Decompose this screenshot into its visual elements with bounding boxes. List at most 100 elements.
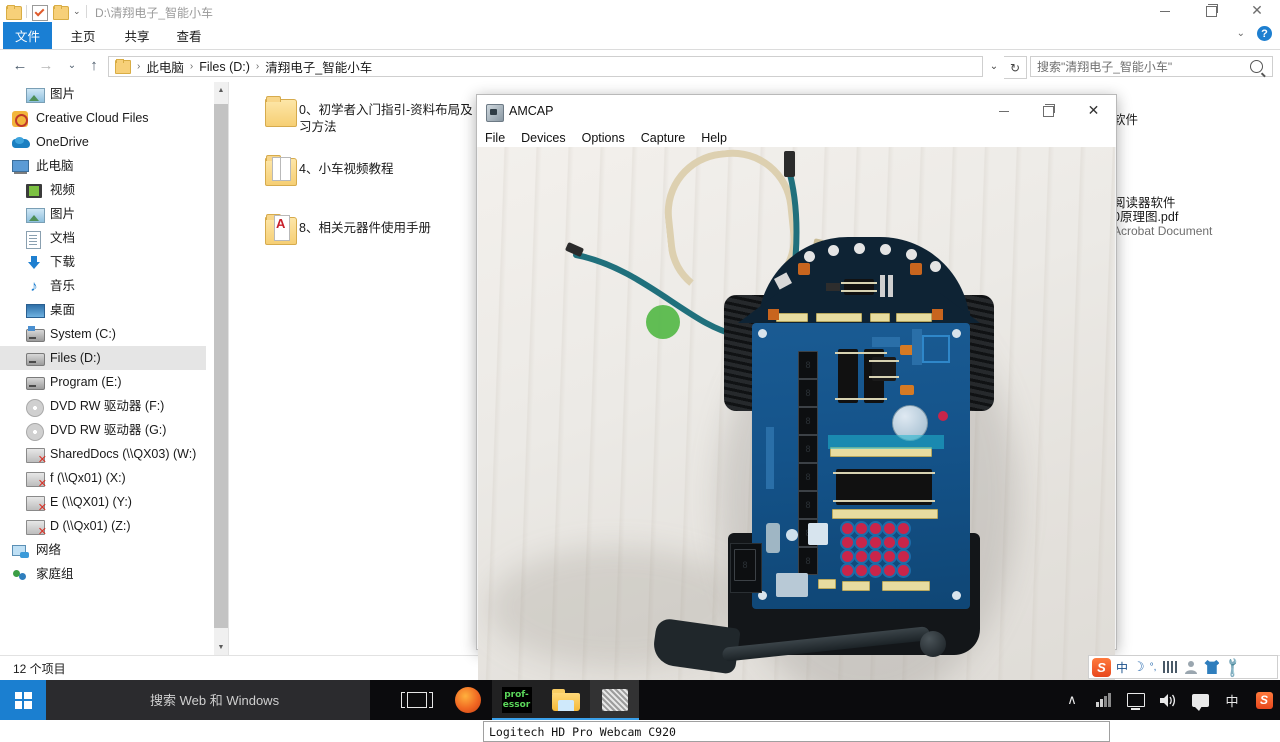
breadcrumb-separator: › bbox=[255, 61, 260, 72]
sidebar-item-13[interactable]: DVD RW 驱动器 (F:) bbox=[0, 394, 206, 418]
sidebar-item-4[interactable]: 视频 bbox=[0, 178, 206, 202]
menu-capture[interactable]: Capture bbox=[641, 131, 685, 145]
sidebar-item-17[interactable]: E (\\QX01) (Y:) bbox=[0, 490, 206, 514]
close-button[interactable]: ✕ bbox=[1071, 95, 1116, 127]
sidebar-item-20[interactable]: 家庭组 bbox=[0, 562, 206, 586]
search-icon bbox=[1250, 60, 1263, 73]
chevron-down-icon[interactable]: ⌄ bbox=[1237, 28, 1245, 39]
sogou-logo-icon[interactable]: S bbox=[1092, 657, 1111, 677]
tab-home[interactable]: 主页 bbox=[62, 22, 104, 49]
menu-help[interactable]: Help bbox=[701, 131, 727, 145]
minimize-button[interactable] bbox=[1142, 0, 1188, 22]
minimize-button[interactable] bbox=[981, 95, 1026, 127]
start-button[interactable] bbox=[0, 680, 46, 720]
user-icon[interactable] bbox=[1184, 660, 1199, 674]
sidebar-item-10[interactable]: System (C:) bbox=[0, 322, 206, 346]
keyboard-icon[interactable] bbox=[1161, 661, 1180, 673]
tab-share[interactable]: 共享 bbox=[116, 22, 158, 49]
tab-view[interactable]: 查看 bbox=[168, 22, 210, 49]
forward-button[interactable]: → bbox=[34, 54, 58, 77]
recent-locations-button[interactable]: ⌄ bbox=[60, 54, 84, 77]
sidebar-item-12[interactable]: Program (E:) bbox=[0, 370, 206, 394]
sidebar-item-15[interactable]: SharedDocs (\\QX03) (W:) bbox=[0, 442, 206, 466]
new-folder-icon[interactable] bbox=[53, 4, 69, 20]
close-button[interactable]: ✕ bbox=[1234, 0, 1280, 22]
breadcrumb-item-this-pc[interactable]: 此电脑 bbox=[143, 57, 187, 76]
system-tray: ∧ 中 S bbox=[1056, 680, 1280, 720]
menu-options[interactable]: Options bbox=[582, 131, 625, 145]
documents-icon bbox=[26, 230, 44, 249]
navigation-scrollbar[interactable]: ▲ ▼ bbox=[214, 82, 228, 655]
show-hidden-icons-button[interactable]: ∧ bbox=[1056, 680, 1088, 720]
sidebar-item-2[interactable]: OneDrive bbox=[0, 130, 206, 154]
task-view-button[interactable] bbox=[392, 680, 441, 720]
taskbar-item-file-explorer[interactable] bbox=[541, 680, 590, 720]
folder-icon[interactable] bbox=[6, 4, 22, 20]
sidebar-item-7[interactable]: 下载 bbox=[0, 250, 206, 274]
sidebar-item-9[interactable]: 桌面 bbox=[0, 298, 206, 322]
sidebar-item-0[interactable]: 图片 bbox=[0, 82, 206, 106]
device-name: Logitech HD Pro Webcam C920 bbox=[489, 724, 676, 739]
sidebar-item-11[interactable]: Files (D:) bbox=[0, 346, 206, 370]
skin-icon[interactable] bbox=[1204, 660, 1220, 674]
scrollbar-thumb[interactable] bbox=[214, 104, 228, 628]
refresh-button[interactable]: ↻ bbox=[1004, 56, 1027, 79]
breadcrumb[interactable]: › 此电脑 › Files (D:) › 清翔电子_智能小车 bbox=[108, 56, 983, 77]
breadcrumb-item-current[interactable]: 清翔电子_智能小车 bbox=[262, 57, 375, 76]
sidebar-item-19[interactable]: 网络 bbox=[0, 538, 206, 562]
wrench-icon[interactable]: 🔧 bbox=[1221, 655, 1246, 679]
breadcrumb-item-files-d[interactable]: Files (D:) bbox=[196, 60, 253, 74]
tab-file[interactable]: 文件 bbox=[3, 22, 52, 49]
sidebar-item-18[interactable]: D (\\Qx01) (Z:) bbox=[0, 514, 206, 538]
ime-indicator[interactable]: 中 bbox=[1216, 680, 1248, 720]
navigation-pane: 图片 Creative Cloud Files OneDrive 此电脑 视频 图片 文档下… bbox=[0, 82, 206, 655]
address-dropdown-icon[interactable]: ⌄ bbox=[984, 57, 1004, 76]
webcam-video-preview[interactable]: 8 8 8 8 8 8 8 8 bbox=[478, 147, 1115, 715]
dvd-icon bbox=[26, 398, 44, 417]
sogou-tray-icon[interactable]: S bbox=[1248, 680, 1280, 720]
taskbar-item-professor[interactable]: prof-essor bbox=[492, 680, 541, 720]
search-input[interactable]: 搜索"清翔电子_智能小车" bbox=[1030, 56, 1273, 77]
sogou-ime-toolbar[interactable]: S 中 ☽ °, 🔧 bbox=[1088, 655, 1278, 679]
camera-app-icon bbox=[601, 689, 628, 711]
sidebar-item-3[interactable]: 此电脑 bbox=[0, 154, 206, 178]
sidebar-item-14[interactable]: DVD RW 驱动器 (G:) bbox=[0, 418, 206, 442]
taskbar-search-placeholder[interactable]: 搜索 Web 和 Windows bbox=[150, 690, 279, 709]
menu-file[interactable]: File bbox=[485, 131, 505, 145]
scroll-down-arrow-icon[interactable]: ▼ bbox=[214, 639, 228, 655]
maximize-button[interactable] bbox=[1188, 0, 1234, 22]
menu-devices[interactable]: Devices bbox=[521, 131, 565, 145]
sidebar-item-label: 桌面 bbox=[50, 302, 76, 317]
volume-icon[interactable] bbox=[1152, 680, 1184, 720]
microcontroller-ic bbox=[833, 469, 935, 505]
item-count: 12 个项目 bbox=[13, 661, 66, 676]
ime-mode-label[interactable]: 中 bbox=[1116, 659, 1128, 676]
list-item-label: 0、初学者入门指引-资料布局及 习方法 bbox=[299, 103, 473, 134]
sidebar-item-8[interactable]: ♪ 音乐 bbox=[0, 274, 206, 298]
folder-icon bbox=[115, 58, 131, 74]
taskbar-item-firefox[interactable] bbox=[443, 680, 492, 720]
amcap-window[interactable]: AMCAP ✕ File Devices Options Capture Hel… bbox=[476, 94, 1117, 742]
action-center-icon[interactable] bbox=[1184, 680, 1216, 720]
sidebar-item-5[interactable]: 图片 bbox=[0, 202, 206, 226]
sidebar-item-16[interactable]: f (\\Qx01) (X:) bbox=[0, 466, 206, 490]
seven-segment-digit: 8 bbox=[798, 463, 818, 491]
help-icon[interactable]: ? bbox=[1257, 26, 1272, 41]
back-button[interactable]: ← bbox=[8, 54, 32, 77]
sidebar-item-label: 音乐 bbox=[50, 278, 76, 293]
scroll-up-arrow-icon[interactable]: ▲ bbox=[214, 82, 228, 98]
hidden-icons-icon[interactable] bbox=[1088, 680, 1120, 720]
sidebar-item-1[interactable]: Creative Cloud Files bbox=[0, 106, 206, 130]
window-title-path: D:\清翔电子_智能小车 bbox=[95, 6, 214, 20]
degree-icon[interactable]: °, bbox=[1150, 662, 1157, 673]
chevron-down-icon[interactable]: ⌄ bbox=[73, 7, 81, 16]
maximize-button[interactable] bbox=[1026, 95, 1071, 127]
ribbon-right-controls: ⌄ ? bbox=[1237, 26, 1272, 41]
moon-icon[interactable]: ☽ bbox=[1133, 659, 1145, 675]
network-icon[interactable] bbox=[1120, 680, 1152, 720]
taskbar-item-amcap[interactable] bbox=[590, 680, 639, 720]
sidebar-item-6[interactable]: 文档 bbox=[0, 226, 206, 250]
amcap-title-bar[interactable]: AMCAP ✕ bbox=[477, 95, 1116, 128]
properties-icon[interactable] bbox=[32, 4, 48, 21]
up-button[interactable]: ↑ bbox=[82, 54, 106, 77]
